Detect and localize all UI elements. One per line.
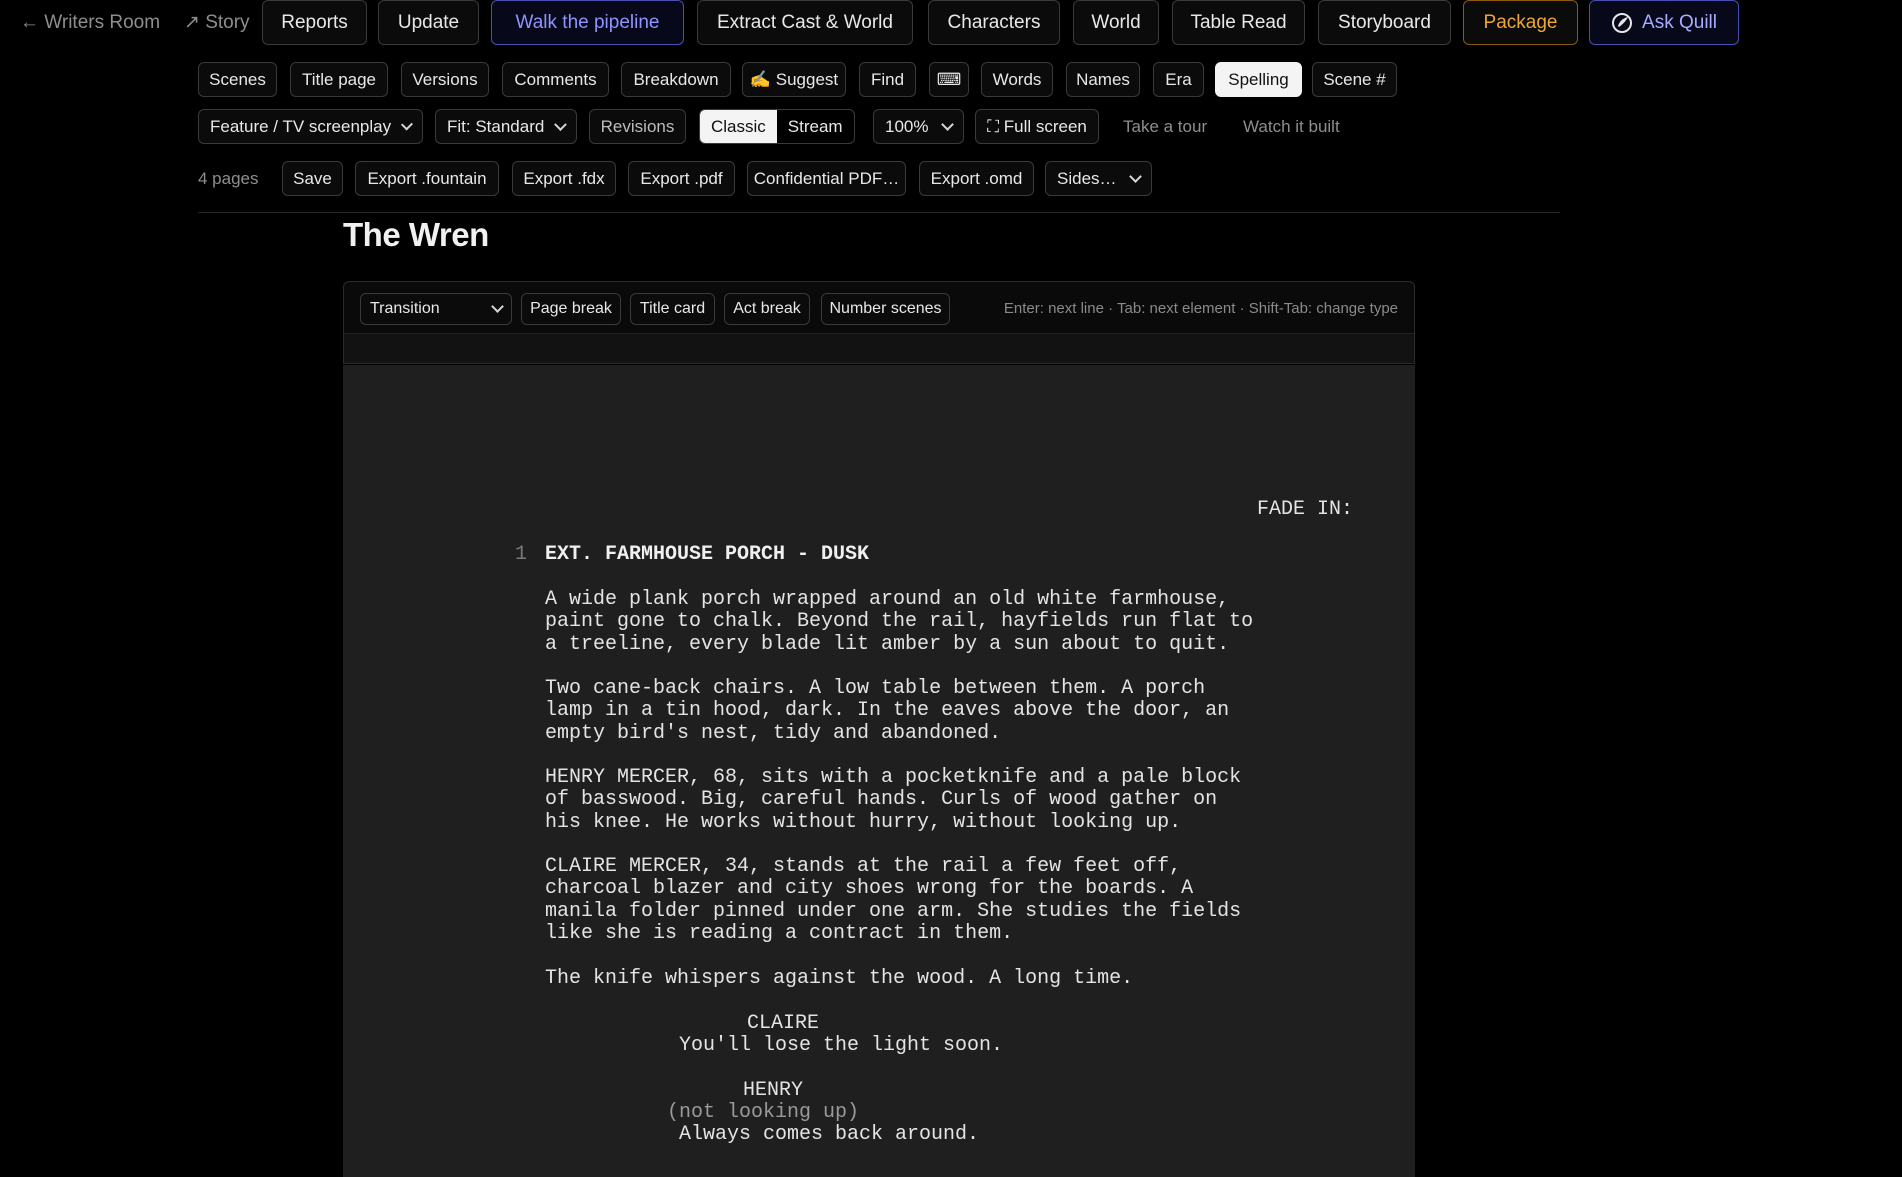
ask-quill-label: Ask Quill xyxy=(1642,11,1717,33)
script-page[interactable]: FADE IN: 1 EXT. FARMHOUSE PORCH - DUSK A… xyxy=(343,365,1415,1177)
reports-button[interactable]: Reports xyxy=(262,0,367,45)
action-block[interactable]: HENRY MERCER, 68, sits with a pocketknif… xyxy=(545,766,1365,834)
zoom-select[interactable]: 100% xyxy=(873,109,964,144)
take-tour-link[interactable]: Take a tour xyxy=(1123,109,1207,144)
scenes-button[interactable]: Scenes xyxy=(198,62,277,97)
element-type-select[interactable]: Transition xyxy=(360,293,512,325)
keyboard-hint: Enter: next line · Tab: next element · S… xyxy=(1003,300,1398,317)
scene-heading[interactable]: EXT. FARMHOUSE PORCH - DUSK xyxy=(545,543,869,566)
action-block[interactable]: A wide plank porch wrapped around an old… xyxy=(545,588,1365,656)
chevron-down-icon xyxy=(491,300,504,313)
act-break-button[interactable]: Act break xyxy=(724,293,810,325)
chevron-down-icon xyxy=(401,118,414,130)
characters-button[interactable]: Characters xyxy=(928,0,1060,45)
chevron-down-icon xyxy=(941,117,954,131)
export-omd-button[interactable]: Export .omd xyxy=(919,161,1034,196)
story-link[interactable]: ↗ Story xyxy=(184,0,250,45)
package-button[interactable]: Package xyxy=(1463,0,1578,45)
export-pdf-button[interactable]: Export .pdf xyxy=(628,161,735,196)
comments-button[interactable]: Comments xyxy=(502,62,609,97)
parenthetical[interactable]: (not looking up) xyxy=(323,1101,1203,1124)
sides-select[interactable]: Sides… xyxy=(1045,161,1152,196)
back-to-writers-room-link[interactable]: ← Writers Room xyxy=(20,0,160,45)
zoom-select-value: 100% xyxy=(885,116,929,136)
transition-line[interactable]: FADE IN: xyxy=(1257,498,1353,521)
format-select[interactable]: Feature / TV screenplay xyxy=(198,109,423,144)
action-block[interactable]: Two cane-back chairs. A low table betwee… xyxy=(545,677,1365,745)
view-mode-toggle: Classic Stream xyxy=(699,109,855,144)
format-select-value: Feature / TV screenplay xyxy=(210,116,392,136)
suggest-button[interactable]: ✍ Suggest xyxy=(742,62,846,97)
walk-pipeline-button[interactable]: Walk the pipeline xyxy=(491,0,684,45)
action-block[interactable]: The knife whispers against the wood. A l… xyxy=(545,967,1365,990)
export-fdx-button[interactable]: Export .fdx xyxy=(512,161,616,196)
page-title: The Wren xyxy=(343,216,489,253)
view-stream-option[interactable]: Stream xyxy=(777,110,854,143)
extract-cast-world-button[interactable]: Extract Cast & World xyxy=(697,0,913,45)
watch-it-built-link[interactable]: Watch it built xyxy=(1243,109,1340,144)
keyboard-icon-button[interactable]: ⌨ xyxy=(929,62,969,97)
header-divider xyxy=(198,212,1560,213)
toolbar-strip xyxy=(344,333,1414,363)
names-button[interactable]: Names xyxy=(1066,62,1140,97)
export-fountain-button[interactable]: Export .fountain xyxy=(355,161,499,196)
versions-button[interactable]: Versions xyxy=(401,62,489,97)
character-cue[interactable]: HENRY xyxy=(333,1079,1213,1102)
scene-number-button[interactable]: Scene # xyxy=(1312,62,1397,97)
action-block[interactable]: CLAIRE MERCER, 34, stands at the rail a … xyxy=(545,855,1365,945)
number-scenes-button[interactable]: Number scenes xyxy=(821,293,950,325)
fullscreen-button[interactable]: ⛶ Full screen xyxy=(975,109,1099,144)
title-page-button[interactable]: Title page xyxy=(290,62,388,97)
scene-number: 1 xyxy=(515,543,528,566)
page-break-button[interactable]: Page break xyxy=(521,293,621,325)
character-cue[interactable]: CLAIRE xyxy=(343,1012,1223,1035)
era-button[interactable]: Era xyxy=(1153,62,1204,97)
editor-toolbar: Transition Page break Title card Act bre… xyxy=(343,281,1415,364)
quill-icon xyxy=(1612,12,1633,33)
words-button[interactable]: Words xyxy=(981,62,1053,97)
dialogue-line[interactable]: You'll lose the light soon. xyxy=(679,1034,1079,1057)
revisions-button[interactable]: Revisions xyxy=(589,109,686,144)
world-button[interactable]: World xyxy=(1073,0,1159,45)
chevron-down-icon xyxy=(554,117,567,131)
storyboard-button[interactable]: Storyboard xyxy=(1318,0,1451,45)
title-card-button[interactable]: Title card xyxy=(630,293,715,325)
top-nav: ← Writers Room ↗ Story Reports Update Wa… xyxy=(0,0,1902,46)
breakdown-button[interactable]: Breakdown xyxy=(621,62,731,97)
ask-quill-button[interactable]: Ask Quill xyxy=(1589,0,1739,45)
spelling-button[interactable]: Spelling xyxy=(1215,62,1302,97)
confidential-pdf-button[interactable]: Confidential PDF… xyxy=(747,161,906,196)
find-button[interactable]: Find xyxy=(859,62,916,97)
sides-select-value: Sides… xyxy=(1057,168,1117,188)
chevron-down-icon xyxy=(1129,169,1142,183)
view-classic-option[interactable]: Classic xyxy=(700,110,777,143)
update-button[interactable]: Update xyxy=(378,0,479,45)
fit-select[interactable]: Fit: Standard xyxy=(435,109,577,144)
fit-select-value: Fit: Standard xyxy=(447,116,545,136)
element-type-value: Transition xyxy=(370,300,440,317)
save-button[interactable]: Save xyxy=(282,161,343,196)
page-count: 4 pages xyxy=(198,168,259,188)
dialogue-line[interactable]: Always comes back around. xyxy=(679,1123,1079,1146)
table-read-button[interactable]: Table Read xyxy=(1172,0,1305,45)
